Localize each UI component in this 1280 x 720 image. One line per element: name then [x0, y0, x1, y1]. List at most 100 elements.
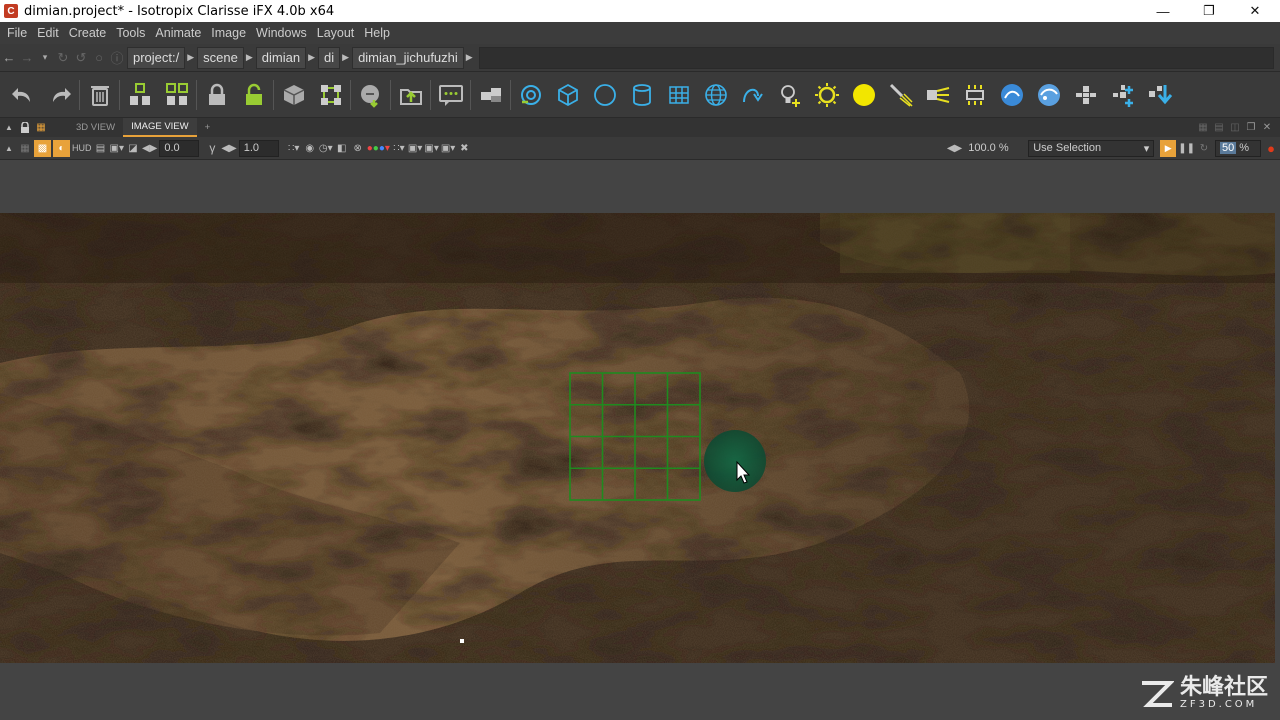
gamma-field[interactable]: 1.0: [238, 139, 279, 157]
menu-image[interactable]: Image: [206, 26, 251, 40]
breadcrumb-separator-icon[interactable]: ▶: [464, 52, 475, 63]
path-field[interactable]: [478, 46, 1274, 69]
sphere-icon[interactable]: [586, 77, 623, 113]
scatter-icon[interactable]: [1104, 77, 1141, 113]
monitor-dropdown-icon[interactable]: ▣▾: [408, 140, 422, 157]
refresh-icon[interactable]: ↻: [54, 48, 72, 68]
unlock-icon[interactable]: [235, 77, 272, 113]
menu-help[interactable]: Help: [359, 26, 395, 40]
directional-light-icon[interactable]: [919, 77, 956, 113]
sampling-field[interactable]: 50%: [1215, 139, 1261, 157]
breadcrumb-separator-icon[interactable]: ▶: [340, 52, 351, 63]
environment-icon[interactable]: [1030, 77, 1067, 113]
info-icon[interactable]: ⓘ: [108, 48, 126, 68]
menu-file[interactable]: File: [2, 26, 32, 40]
add-tab-button[interactable]: +: [197, 118, 219, 137]
aov-dropdown-icon[interactable]: ∷▾: [392, 140, 406, 157]
zoom-field[interactable]: 100.0 %: [964, 139, 1023, 157]
exposure-field[interactable]: 0.0: [159, 139, 200, 157]
rgb-dropdown-icon[interactable]: ● ● ● ▾: [367, 140, 390, 157]
menu-animate[interactable]: Animate: [150, 26, 206, 40]
breadcrumb-separator-icon[interactable]: ▶: [306, 52, 317, 63]
restore-icon[interactable]: ❐: [1186, 0, 1232, 22]
globe-icon[interactable]: [697, 77, 734, 113]
display-dropdown-icon[interactable]: ▣▾: [110, 140, 124, 157]
save-image-icon[interactable]: ▦: [18, 140, 32, 157]
selection-mode-select[interactable]: Use Selection ▾: [1028, 139, 1155, 157]
breadcrumb-separator-icon[interactable]: ▶: [244, 52, 255, 63]
exposure-icon[interactable]: ◪: [126, 140, 140, 157]
tab-image-view[interactable]: IMAGE VIEW: [123, 118, 197, 137]
history-dropdown-icon[interactable]: ◷▾: [319, 140, 333, 157]
restart-icon[interactable]: ↻: [1197, 140, 1211, 157]
breadcrumb-di[interactable]: di: [318, 46, 341, 69]
progressive-render-icon[interactable]: ▶: [1160, 139, 1177, 157]
menu-create[interactable]: Create: [64, 26, 112, 40]
forward-icon[interactable]: →: [18, 48, 36, 68]
ungroup-icon[interactable]: [158, 77, 195, 113]
history-dropdown-icon[interactable]: ▾: [36, 48, 54, 68]
float-window-icon[interactable]: ❐: [1244, 119, 1258, 136]
tab-3d-view[interactable]: 3D VIEW: [68, 118, 123, 137]
compare-icon[interactable]: ◧: [335, 140, 349, 157]
tools-icon[interactable]: ✖: [457, 140, 471, 157]
context-icon[interactable]: [275, 77, 312, 113]
light-icon[interactable]: [771, 77, 808, 113]
sync-icon[interactable]: ↺: [72, 48, 90, 68]
import-icon[interactable]: [352, 77, 389, 113]
fit-dropdown-icon[interactable]: ▣▾: [424, 140, 438, 157]
breadcrumb-project[interactable]: project:/: [127, 46, 186, 69]
menu-tools[interactable]: Tools: [111, 26, 150, 40]
delete-icon[interactable]: [81, 77, 118, 113]
menu-layout[interactable]: Layout: [312, 26, 360, 40]
back-icon[interactable]: ←: [0, 48, 18, 68]
breadcrumb-separator-icon[interactable]: ▶: [185, 52, 196, 63]
undo-icon[interactable]: [4, 77, 41, 113]
menu-edit[interactable]: Edit: [32, 26, 64, 40]
layer-icon[interactable]: [472, 77, 509, 113]
sun-icon[interactable]: [808, 77, 845, 113]
lock-path-icon[interactable]: ○: [90, 48, 108, 68]
checker-icon[interactable]: ▩: [34, 139, 51, 157]
close-tab-icon[interactable]: ✕: [1260, 119, 1274, 136]
close-icon[interactable]: ✕: [1232, 0, 1278, 22]
redo-icon[interactable]: [41, 77, 78, 113]
yellow-light-icon[interactable]: [845, 77, 882, 113]
camera-icon[interactable]: [512, 77, 549, 113]
render-record-icon[interactable]: ●: [1264, 140, 1278, 157]
cylinder-icon[interactable]: [623, 77, 660, 113]
layout-rows-icon[interactable]: ▤: [1212, 119, 1226, 136]
collapse-icon[interactable]: ▲: [2, 140, 16, 157]
box-icon[interactable]: [549, 77, 586, 113]
layout-grid-icon[interactable]: ▦: [1196, 119, 1210, 136]
render-image[interactable]: [0, 213, 1275, 663]
snapshot-icon[interactable]: ◉: [303, 140, 317, 157]
export-icon[interactable]: [392, 77, 429, 113]
menu-windows[interactable]: Windows: [251, 26, 312, 40]
area-light-icon[interactable]: [956, 77, 993, 113]
lock-icon[interactable]: [198, 77, 235, 113]
curve-icon[interactable]: [734, 77, 771, 113]
gamma-slider-icon[interactable]: ◀▶: [221, 140, 236, 157]
group-icon[interactable]: [121, 77, 158, 113]
region-dropdown-icon[interactable]: ∷▾: [287, 140, 301, 157]
layout-cols-icon[interactable]: ◫: [1228, 119, 1242, 136]
channels-icon[interactable]: ▤: [94, 140, 108, 157]
view-menu-icon[interactable]: ▦: [34, 119, 48, 136]
overlay-icon[interactable]: ◐: [53, 139, 70, 157]
crop-dropdown-icon[interactable]: ▣▾: [441, 140, 455, 157]
grid-icon[interactable]: [660, 77, 697, 113]
instance-icon[interactable]: [312, 77, 349, 113]
clear-icon[interactable]: ⊗: [351, 140, 365, 157]
download-icon[interactable]: [1141, 77, 1178, 113]
breadcrumb-dimian-jichufuzhi[interactable]: dimian_jichufuzhi: [352, 46, 464, 69]
comment-icon[interactable]: [432, 77, 469, 113]
pause-icon[interactable]: ❚❚: [1178, 140, 1195, 157]
pin-icon[interactable]: [18, 119, 32, 136]
hud-toggle[interactable]: HUD: [72, 140, 92, 157]
sky-icon[interactable]: [993, 77, 1030, 113]
zoom-slider-icon[interactable]: ◀▶: [947, 140, 962, 157]
exposure-slider-icon[interactable]: ◀▶: [142, 140, 157, 157]
minimize-icon[interactable]: —: [1140, 0, 1186, 22]
particle-icon[interactable]: [1067, 77, 1104, 113]
